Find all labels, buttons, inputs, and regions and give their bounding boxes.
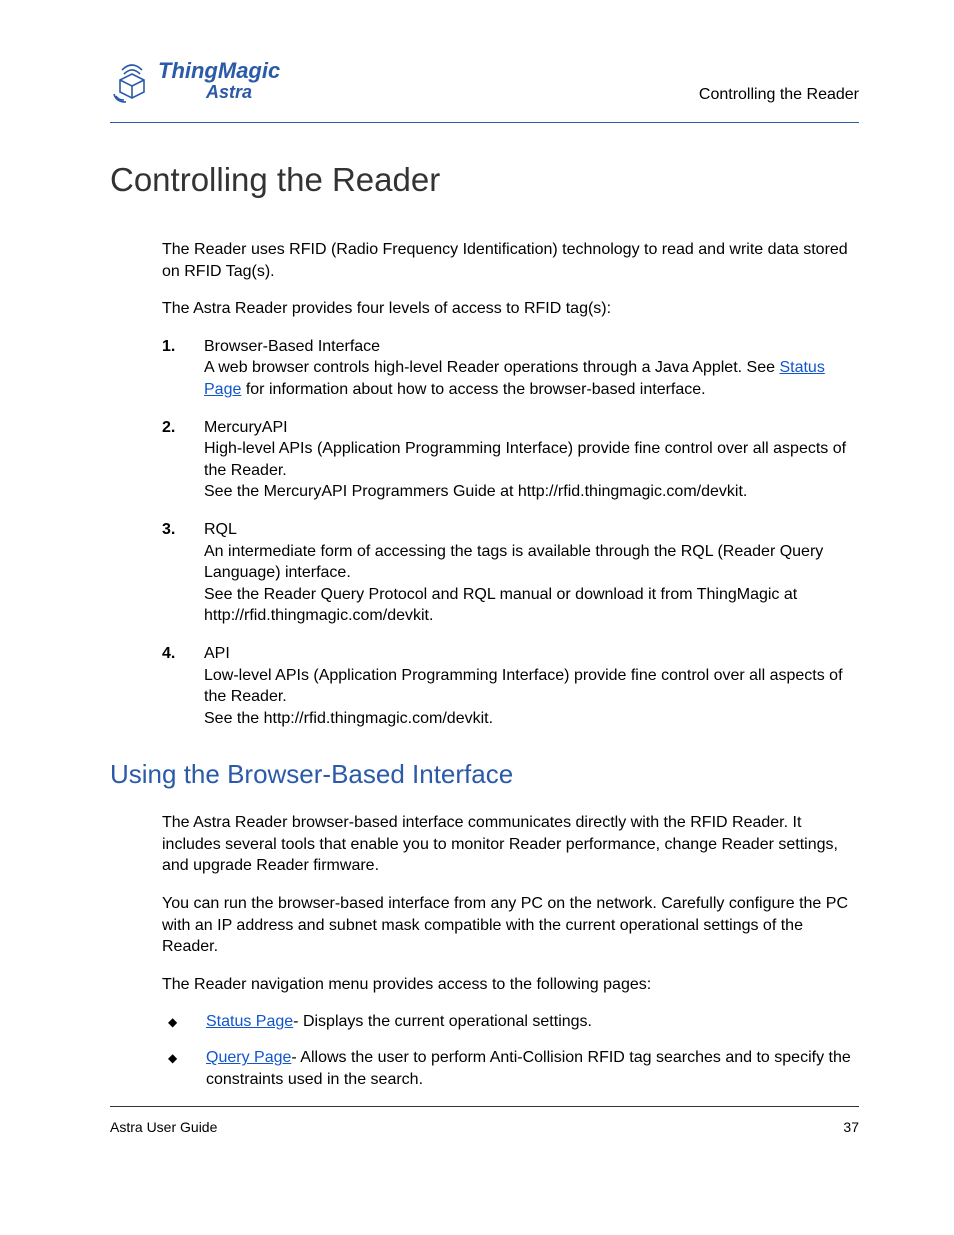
footer-page-number: 37 bbox=[843, 1119, 859, 1135]
bullet-icon: ◆ bbox=[162, 1047, 206, 1090]
pages-bullet-list: ◆ Status Page- Displays the current oper… bbox=[162, 1011, 859, 1090]
logo-text: ThingMagic Astra bbox=[158, 60, 280, 104]
list-item-text: Low-level APIs (Application Programming … bbox=[204, 667, 843, 727]
list-item: 3. RQL An intermediate form of accessing… bbox=[162, 519, 859, 627]
section-title: Using the Browser-Based Interface bbox=[110, 759, 859, 790]
logo: ThingMagic Astra bbox=[110, 60, 280, 104]
list-item-body: RQL An intermediate form of accessing th… bbox=[204, 519, 859, 627]
intro-paragraph-2: The Astra Reader provides four levels of… bbox=[162, 298, 859, 320]
list-item-body: API Low-level APIs (Application Programm… bbox=[204, 643, 859, 729]
list-item-title: MercuryAPI bbox=[204, 417, 859, 439]
logo-sub-text: Astra bbox=[206, 82, 280, 104]
query-page-link[interactable]: Query Page bbox=[206, 1049, 291, 1066]
list-number: 2. bbox=[162, 417, 204, 503]
section-body: The Astra Reader browser-based interface… bbox=[162, 812, 859, 1090]
list-item: ◆ Query Page- Allows the user to perform… bbox=[162, 1047, 859, 1090]
list-item: 2. MercuryAPI High-level APIs (Applicati… bbox=[162, 417, 859, 503]
list-number: 1. bbox=[162, 336, 204, 401]
body-content: The Reader uses RFID (Radio Frequency Id… bbox=[162, 239, 859, 729]
page-footer: Astra User Guide 37 bbox=[110, 1106, 859, 1135]
list-item: ◆ Status Page- Displays the current oper… bbox=[162, 1011, 859, 1033]
bullet-body: Query Page- Allows the user to perform A… bbox=[206, 1047, 859, 1090]
logo-main-text: ThingMagic bbox=[158, 60, 280, 82]
footer-doc-title: Astra User Guide bbox=[110, 1119, 217, 1135]
page-title: Controlling the Reader bbox=[110, 161, 859, 199]
bullet-text: - Allows the user to perform Anti-Collis… bbox=[206, 1049, 851, 1088]
list-item-title: RQL bbox=[204, 519, 859, 541]
page-header: ThingMagic Astra Controlling the Reader bbox=[110, 60, 859, 123]
bullet-text: - Displays the current operational setti… bbox=[293, 1013, 592, 1030]
section-paragraph: The Astra Reader browser-based interface… bbox=[162, 812, 859, 877]
list-item: 1. Browser-Based Interface A web browser… bbox=[162, 336, 859, 401]
list-item-text: An intermediate form of accessing the ta… bbox=[204, 543, 823, 625]
bullet-body: Status Page- Displays the current operat… bbox=[206, 1011, 592, 1033]
list-item-text-post: for information about how to access the … bbox=[241, 381, 705, 398]
list-item-title: Browser-Based Interface bbox=[204, 336, 859, 358]
list-item-text: High-level APIs (Application Programming… bbox=[204, 440, 846, 500]
section-paragraph: The Reader navigation menu provides acce… bbox=[162, 974, 859, 996]
list-item-text-pre: A web browser controls high-level Reader… bbox=[204, 359, 779, 376]
list-number: 4. bbox=[162, 643, 204, 729]
list-item: 4. API Low-level APIs (Application Progr… bbox=[162, 643, 859, 729]
bullet-icon: ◆ bbox=[162, 1011, 206, 1033]
list-item-title: API bbox=[204, 643, 859, 665]
intro-paragraph-1: The Reader uses RFID (Radio Frequency Id… bbox=[162, 239, 859, 282]
page: ThingMagic Astra Controlling the Reader … bbox=[0, 0, 954, 1235]
logo-icon bbox=[110, 60, 156, 104]
list-item-body: MercuryAPI High-level APIs (Application … bbox=[204, 417, 859, 503]
header-section-name: Controlling the Reader bbox=[699, 86, 859, 104]
section-paragraph: You can run the browser-based interface … bbox=[162, 893, 859, 958]
list-item-body: Browser-Based Interface A web browser co… bbox=[204, 336, 859, 401]
access-levels-list: 1. Browser-Based Interface A web browser… bbox=[162, 336, 859, 730]
list-number: 3. bbox=[162, 519, 204, 627]
status-page-link[interactable]: Status Page bbox=[206, 1013, 293, 1030]
